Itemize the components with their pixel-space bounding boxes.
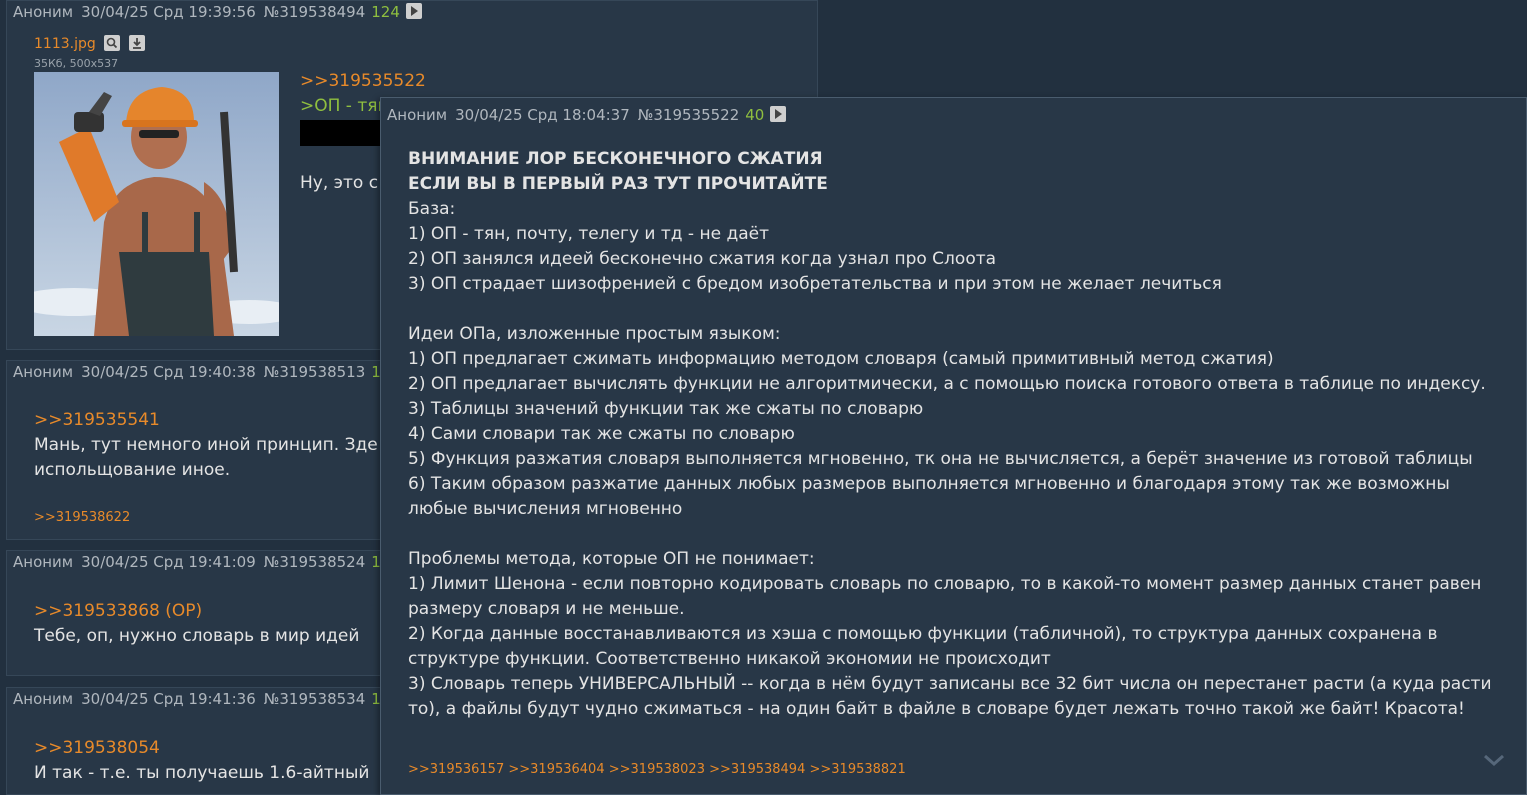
- post-header: Аноним 30/04/25 Срд 19:40:38 №319538513 1: [13, 363, 381, 381]
- post-date: 30/04/25 Срд 18:04:37: [455, 106, 630, 124]
- file-meta: 35Кб, 500x537: [34, 57, 119, 70]
- post-number[interactable]: №319538494: [264, 3, 366, 21]
- post-text-line: И так - т.е. ты получаешь 1.6-айтный: [34, 763, 370, 783]
- post-header: Аноним 30/04/25 Срд 18:04:37 №319535522 40: [387, 106, 787, 124]
- popup-text-line: Проблемы метода, которые ОП не понимает:: [408, 549, 815, 569]
- popup-post-body: ВНИМАНИЕ ЛОР БЕСКОНЕЧНОГО СЖАТИЯ ЕСЛИ ВЫ…: [408, 147, 1518, 722]
- popup-text-line: структуре функции. Соответственно никако…: [408, 649, 1051, 669]
- popup-text-line: 2) Когда данные восстанавливаются из хэш…: [408, 624, 1438, 644]
- post-header: Аноним 30/04/25 Срд 19:39:56 №319538494 124: [13, 3, 422, 21]
- post-text-line: Мань, тут немного иной принцип. Зде: [34, 435, 378, 455]
- post-number[interactable]: №319538534: [264, 690, 366, 708]
- post-text-line: Тебе, оп, нужно словарь в мир идей: [34, 626, 360, 646]
- post-count: 124: [371, 3, 400, 21]
- post-date: 30/04/25 Срд 19:41:36: [81, 690, 256, 708]
- popup-replies: >>319536157 >>319536404 >>319538023 >>31…: [408, 762, 906, 777]
- popup-text-line: 4) Сами словари так же сжаты по словарю: [408, 424, 795, 444]
- file-name[interactable]: 1113.jpg: [34, 36, 96, 52]
- play-icon[interactable]: [770, 106, 787, 122]
- post-number[interactable]: №319535522: [638, 106, 740, 124]
- post-date: 30/04/25 Срд 19:40:38: [81, 363, 256, 381]
- reply-backlink[interactable]: >>319536404: [508, 762, 604, 777]
- spoiler-block[interactable]: [300, 120, 390, 146]
- popup-text-line: 2) ОП предлагает вычислять функции не ал…: [408, 374, 1486, 394]
- file-name-link[interactable]: 1113.jpg: [34, 35, 145, 52]
- popup-text-line: 6) Таким образом разжатие данных любых р…: [408, 474, 1450, 494]
- author: Аноним: [387, 106, 448, 124]
- popup-text-line: [408, 522, 1518, 547]
- author: Аноним: [13, 363, 74, 381]
- post-text-line: испольщование иное.: [34, 460, 231, 480]
- post-date: 30/04/25 Срд 19:41:09: [81, 553, 256, 571]
- post-header: Аноним 30/04/25 Срд 19:41:36 №319538534 1: [13, 690, 381, 708]
- bold-heading: ЕСЛИ ВЫ В ПЕРВЫЙ РАЗ ТУТ ПРОЧИТАЙТЕ: [408, 174, 828, 194]
- popup-text-line: 1) Лимит Шенона - если повторно кодирова…: [408, 574, 1482, 594]
- popup-text-line: размеру словаря и не меньше.: [408, 599, 685, 619]
- bold-heading: ВНИМАНИЕ ЛОР БЕСКОНЕЧНОГО СЖАТИЯ: [408, 149, 823, 169]
- post-preview-popup: Аноним 30/04/25 Срд 18:04:37 №319535522 40 …: [380, 97, 1527, 795]
- author: Аноним: [13, 690, 74, 708]
- reply-backlink[interactable]: >>319538821: [810, 762, 906, 777]
- post-text: Ну, это с: [300, 173, 379, 193]
- popup-text-line: Идеи ОПа, изложенные простым языком:: [408, 324, 781, 344]
- popup-text-line: 3) Словарь теперь УНИВЕРСАЛЬНЫЙ -- когда…: [408, 674, 1492, 694]
- chevron-down-icon[interactable]: [1482, 752, 1506, 768]
- popup-text-line: 1) ОП предлагает сжимать информацию мето…: [408, 349, 1274, 369]
- popup-text-line: 3) ОП страдает шизофренией с бредом изоб…: [408, 274, 1222, 294]
- popup-text-line: 5) Функция разжатия словаря выполняется …: [408, 449, 1473, 469]
- popup-text-line: 2) ОП занялся идеей бесконечно сжатия ко…: [408, 249, 997, 269]
- reply-backlink[interactable]: >>319538494: [709, 762, 805, 777]
- popup-text-line: любые вычисления мгновенно: [408, 499, 683, 519]
- post-count: 40: [745, 106, 765, 124]
- post-header: Аноним 30/04/25 Срд 19:41:09 №319538524 1: [13, 553, 381, 571]
- reply-link-op[interactable]: >>319533868 (OP): [34, 599, 359, 624]
- post-image-thumbnail[interactable]: [34, 72, 279, 336]
- popup-text-line: [408, 297, 1518, 322]
- reply-link[interactable]: >>319535522: [300, 69, 426, 94]
- popup-text-line: 3) Таблицы значений функции так же сжаты…: [408, 399, 924, 419]
- popup-text-line: 1) ОП - тян, почту, телегу и тд - не даё…: [408, 224, 769, 244]
- post-number[interactable]: №319538513: [264, 363, 366, 381]
- post-date: 30/04/25 Срд 19:39:56: [81, 3, 256, 21]
- reply-backlink[interactable]: >>319538023: [609, 762, 705, 777]
- backlink[interactable]: >>319538622: [34, 510, 130, 525]
- reply-backlink[interactable]: >>319536157: [408, 762, 504, 777]
- play-icon[interactable]: [405, 3, 422, 19]
- author: Аноним: [13, 553, 74, 571]
- reply-link[interactable]: >>319538054: [34, 736, 369, 761]
- download-icon[interactable]: [128, 35, 145, 51]
- post-number[interactable]: №319538524: [264, 553, 366, 571]
- popup-text-line: то), а файлы будут чудно сжиматься - на …: [408, 699, 1465, 719]
- author: Аноним: [13, 3, 74, 21]
- reply-link[interactable]: >>319535541: [34, 408, 378, 433]
- popup-text-line: База:: [408, 199, 456, 219]
- search-icon[interactable]: [104, 35, 121, 51]
